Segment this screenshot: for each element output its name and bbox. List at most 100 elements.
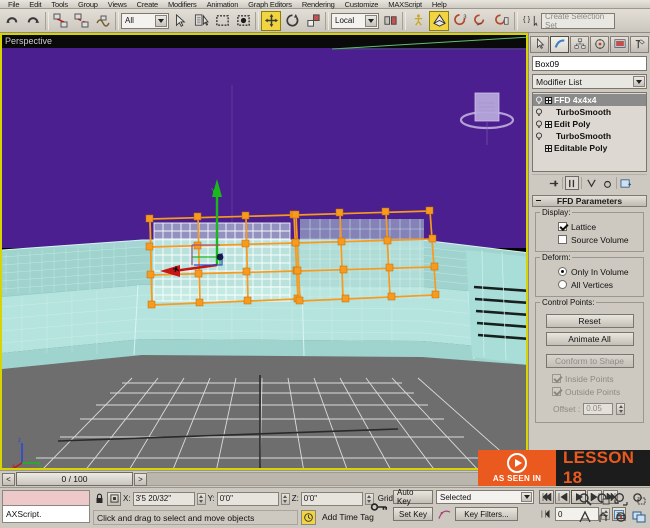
expand-subtree-icon[interactable] [545,120,552,128]
menu-item-customize[interactable]: Customize [340,0,384,9]
lattice-checkbox[interactable] [558,222,567,231]
window-crossing-toggle-icon[interactable] [233,11,253,31]
current-frame-icon[interactable] [539,507,553,521]
set-key-curve-icon[interactable] [436,507,452,521]
expand-subtree-icon[interactable] [545,96,552,104]
snaps-toggle-icon[interactable] [429,10,449,31]
key-filters-button[interactable]: Key Filters... [455,507,518,521]
offset-spinner[interactable] [616,402,626,415]
time-tag-icon[interactable] [301,510,316,525]
all-vertices-radio[interactable] [558,280,567,289]
offset-row[interactable]: Offset : 0.05 [540,402,639,415]
collapse-icon[interactable] [536,200,541,201]
chevron-down-icon[interactable] [365,14,377,27]
source-volume-row[interactable]: Source Volume [540,233,639,246]
menu-item-edit[interactable]: Edit [24,0,46,9]
menu-item-graph-editors[interactable]: Graph Editors [243,0,297,9]
percent-snap-toggle-icon[interactable] [471,11,491,31]
outside-points-checkbox[interactable] [552,387,561,396]
maximize-viewport-icon[interactable] [630,508,648,526]
listener-input-line[interactable] [2,490,90,506]
time-slider-handle[interactable]: 0 / 100 [16,472,133,486]
make-unique-icon[interactable] [584,176,598,190]
field-of-view-icon[interactable] [576,508,594,526]
spinner-snap-toggle-icon[interactable] [492,11,512,31]
offset-field[interactable]: 0.05 [583,402,614,415]
angle-snap-toggle-icon[interactable]: 3 [450,11,470,31]
maxscript-mini-listener[interactable]: AXScript. [2,490,90,527]
modifier-stack-item-edit-poly[interactable]: Edit Poly [533,118,646,130]
configure-modifier-sets-icon[interactable] [619,176,633,190]
lattice-row[interactable]: Lattice [540,220,639,233]
motion-tab[interactable] [590,35,609,53]
menu-item-group[interactable]: Group [73,0,103,9]
menu-item-rendering[interactable]: Rendering [297,0,340,9]
inside-points-checkbox[interactable] [552,374,561,383]
chevron-down-icon[interactable] [155,14,167,27]
y-spinner[interactable] [280,492,290,505]
light-bulb-icon[interactable] [535,131,543,141]
menu-item-file[interactable]: File [3,0,24,9]
arc-rotate-icon[interactable] [612,508,630,526]
light-bulb-icon[interactable] [535,95,543,105]
undo-icon[interactable] [2,11,22,31]
named-selection-sets-icon[interactable]: { } [520,11,540,31]
rectangular-selection-region-icon[interactable] [212,11,232,31]
next-frame-button[interactable]: > [134,472,147,486]
reference-coordinate-system-dropdown[interactable]: Local [331,12,379,29]
perspective-viewport[interactable]: Perspective Y z y x [0,33,528,470]
absolute-relative-transform-icon[interactable] [107,491,121,506]
modifier-stack-item-turbosmooth-bottom[interactable]: TurboSmooth [533,130,646,142]
use-pivot-point-center-icon[interactable] [380,11,400,31]
chevron-down-icon[interactable] [633,76,645,87]
time-slider-track[interactable] [147,472,526,486]
select-and-move-icon[interactable] [261,10,281,31]
utilities-tab[interactable] [630,35,649,53]
selection-level-dropdown[interactable]: Selected [436,490,534,504]
redo-icon[interactable] [23,11,43,31]
set-key-button[interactable]: Set Key [393,507,433,521]
menu-item-modifiers[interactable]: Modifiers [163,0,202,9]
chevron-down-icon[interactable] [521,492,532,502]
only-in-volume-row[interactable]: Only In Volume [540,265,639,278]
zoom-extents-icon[interactable] [612,490,630,508]
animate-all-button[interactable]: Animate All [545,332,634,346]
select-by-name-icon[interactable] [191,11,211,31]
menu-item-create[interactable]: Create [132,0,163,9]
object-name-field[interactable] [532,56,647,71]
display-tab[interactable] [610,35,629,53]
select-object-icon[interactable] [170,11,190,31]
light-bulb-icon[interactable] [535,107,543,117]
modifier-list-dropdown[interactable]: Modifier List [532,74,647,89]
y-coordinate-field[interactable]: 0'0" [216,491,279,506]
select-and-rotate-icon[interactable] [282,11,302,31]
pan-icon[interactable] [594,508,612,526]
previous-frame-button[interactable]: < [2,472,15,486]
reset-button[interactable]: Reset [545,314,634,328]
all-vertices-row[interactable]: All Vertices [540,278,639,291]
previous-frame-icon[interactable] [555,490,570,504]
menu-item-views[interactable]: Views [103,0,132,9]
move-transform-gizmo[interactable]: Y [152,165,272,285]
selected-object-right-ffd[interactable] [290,203,450,321]
menu-item-help[interactable]: Help [427,0,452,9]
modifier-stack[interactable]: FFD 4x4x4 TurboSmooth Edit Poly TurboSmo… [532,92,647,172]
modifier-stack-item-ffd[interactable]: FFD 4x4x4 [533,94,646,106]
pin-stack-icon[interactable] [546,176,560,190]
selection-filter-dropdown[interactable]: All [121,12,169,29]
source-volume-checkbox[interactable] [558,235,567,244]
conform-to-shape-button[interactable]: Conform to Shape [545,354,634,368]
hierarchy-tab[interactable] [570,35,589,53]
zoom-all-icon[interactable] [594,490,612,508]
inside-points-row[interactable]: Inside Points [540,372,639,385]
light-bulb-icon[interactable] [535,119,543,129]
named-selection-set-input[interactable]: Create Selection Set [541,12,615,30]
unlink-selection-icon[interactable] [72,11,92,31]
select-and-link-icon[interactable] [51,11,71,31]
key-mode-icon[interactable] [368,490,390,524]
create-tab[interactable] [530,35,549,53]
menu-item-tools[interactable]: Tools [46,0,73,9]
show-end-result-icon[interactable] [565,176,579,190]
remove-modifier-icon[interactable] [600,176,614,190]
modifier-stack-item-editable-poly[interactable]: Editable Poly [533,142,646,154]
